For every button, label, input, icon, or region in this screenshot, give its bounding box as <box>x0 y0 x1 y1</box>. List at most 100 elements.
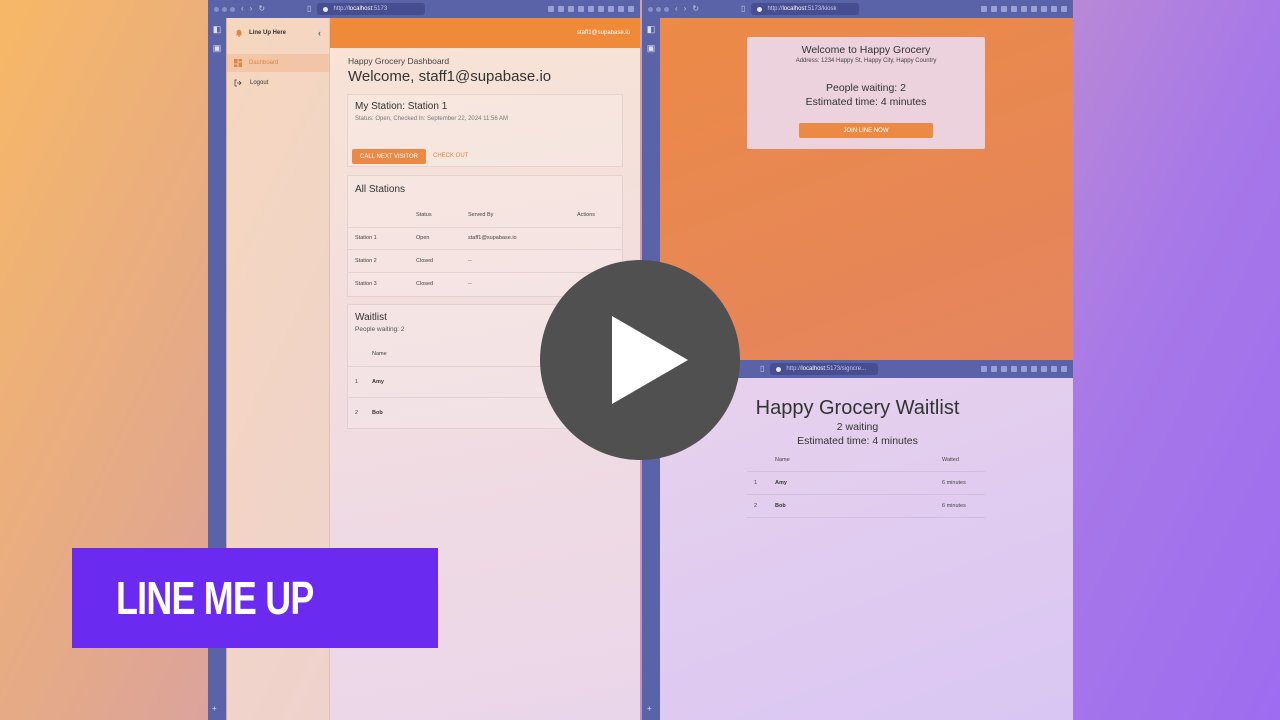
served-by-cell: staff1@supabase.io <box>468 235 517 241</box>
window-controls[interactable] <box>648 6 669 12</box>
window-controls[interactable] <box>214 6 235 12</box>
station-name: Station 1 <box>355 235 377 241</box>
column-header-name: Name <box>775 457 790 463</box>
address-bar[interactable]: http://localhost:5173/signcre... <box>770 363 879 375</box>
tab-favicon-icon[interactable]: ▣ <box>647 43 656 54</box>
divider <box>348 227 622 228</box>
estimated-time-text: Estimated time: 4 minutes <box>805 96 927 108</box>
station-name: Station 3 <box>355 281 377 287</box>
column-header-name: Name <box>372 351 387 357</box>
site-info-icon <box>323 6 329 12</box>
sidebar-item-label: Dashboard <box>249 60 279 66</box>
column-header-served-by: Served By <box>468 212 494 218</box>
station-status-cell: Open <box>416 235 430 241</box>
page-title: Welcome, staff1@supabase.io <box>348 68 552 85</box>
sidebar-toggle-icon[interactable]: ◧ <box>647 24 656 35</box>
position-index: 1 <box>754 480 758 486</box>
back-icon[interactable]: ‹ <box>675 5 678 13</box>
visitor-name: Amy <box>372 379 384 385</box>
position-index: 1 <box>355 379 359 385</box>
divider <box>747 494 985 495</box>
extension-icons[interactable] <box>548 6 634 12</box>
column-header-status: Status <box>416 212 432 218</box>
divider <box>348 249 622 250</box>
app-name: Line Up Here <box>249 30 287 36</box>
visitor-name: Bob <box>775 503 786 509</box>
bell-icon <box>235 29 243 37</box>
dashboard-icon <box>234 59 242 67</box>
app-header: staff1@supabase.io <box>330 18 640 48</box>
column-header-waited: Waited <box>942 457 959 463</box>
sidebar-toggle-icon[interactable]: ◧ <box>213 24 222 35</box>
my-station-card: My Station: Station 1 Status: Open, Chec… <box>347 94 623 167</box>
url-scheme: http:// <box>333 6 349 12</box>
new-tab-icon[interactable]: + <box>212 704 217 713</box>
people-waiting-text: People waiting: 2 <box>826 82 906 94</box>
store-address: Address: 1234 Happy St, Happy City, Happ… <box>795 58 937 64</box>
banner-text: LINE ME UP <box>116 572 314 624</box>
extension-icons[interactable] <box>981 366 1067 372</box>
kiosk-title: Welcome to Happy Grocery <box>801 44 931 56</box>
url-path: :5173/signcre... <box>825 366 867 372</box>
logout-icon <box>234 79 242 87</box>
position-index: 2 <box>355 410 359 416</box>
sidebar-item-logout[interactable]: Logout <box>227 74 329 92</box>
address-bar[interactable]: http://localhost:5173 <box>317 3 426 15</box>
station-title: My Station: Station 1 <box>355 101 448 112</box>
check-out-button[interactable]: CHECK OUT <box>433 153 468 159</box>
divider <box>747 517 985 518</box>
header-user-email[interactable]: staff1@supabase.io <box>577 30 630 36</box>
url-scheme: http:// <box>767 6 783 12</box>
visitor-name: Bob <box>372 410 383 416</box>
reload-icon[interactable]: ↻ <box>258 5 265 13</box>
divider <box>747 471 985 472</box>
sidebar-header: Line Up Here ‹ <box>227 18 329 48</box>
served-by-cell: -- <box>468 281 472 287</box>
divider <box>348 272 622 273</box>
waitlist-title: Waitlist <box>355 312 387 323</box>
site-info-icon <box>776 366 782 372</box>
browser-toolbar: ‹ › ↻ ▯ http://localhost:5173/kiosk <box>642 0 1073 18</box>
visitor-name: Amy <box>775 480 787 486</box>
bookmark-icon[interactable]: ▯ <box>741 5 745 13</box>
call-next-visitor-button[interactable]: CALL NEXT VISITOR <box>352 149 426 164</box>
play-icon[interactable] <box>612 316 688 404</box>
title-banner: LINE ME UP <box>72 548 438 648</box>
new-tab-icon[interactable]: + <box>647 704 652 713</box>
column-header-actions: Actions <box>577 212 596 218</box>
dashboard-subtitle: Happy Grocery Dashboard <box>348 56 450 66</box>
reload-icon[interactable]: ↻ <box>692 5 699 13</box>
url-host: localhost <box>348 6 373 12</box>
extension-icons[interactable] <box>981 6 1067 12</box>
address-bar[interactable]: http://localhost:5173/kiosk <box>751 3 860 15</box>
served-by-cell: -- <box>468 258 472 264</box>
station-status: Status: Open, Checked In: September 22, … <box>355 116 508 122</box>
url-scheme: http:// <box>786 366 802 372</box>
people-waiting-text: People waiting: 2 <box>355 326 405 333</box>
collapse-sidebar-icon[interactable]: ‹ <box>318 28 321 38</box>
url-host: localhost <box>782 6 807 12</box>
tab-favicon-icon[interactable]: ▣ <box>213 43 222 54</box>
bookmark-icon[interactable]: ▯ <box>307 5 311 13</box>
kiosk-card: Welcome to Happy Grocery Address: 1234 H… <box>747 37 985 149</box>
sidebar-item-dashboard[interactable]: Dashboard <box>227 54 329 72</box>
site-info-icon <box>757 6 763 12</box>
station-status-cell: Closed <box>416 258 434 264</box>
forward-icon[interactable]: › <box>684 5 687 13</box>
station-name: Station 2 <box>355 258 377 264</box>
waited-time: 6 minutes <box>942 503 966 509</box>
url-path: :5173/kiosk <box>806 6 837 12</box>
join-line-button[interactable]: JOIN LINE NOW <box>799 123 933 138</box>
back-icon[interactable]: ‹ <box>241 5 244 13</box>
position-index: 2 <box>754 503 758 509</box>
url-host: localhost <box>801 366 826 372</box>
forward-icon[interactable]: › <box>250 5 253 13</box>
sidebar-item-label: Logout <box>250 80 269 86</box>
waited-time: 6 minutes <box>942 480 966 486</box>
estimated-time-text: Estimated time: 4 minutes <box>797 435 918 447</box>
station-status-cell: Closed <box>416 281 434 287</box>
browser-toolbar: ‹ › ↻ ▯ http://localhost:5173 <box>208 0 640 18</box>
all-stations-title: All Stations <box>355 184 406 195</box>
bookmark-icon[interactable]: ▯ <box>760 365 764 373</box>
url-port: :5173 <box>372 6 388 12</box>
